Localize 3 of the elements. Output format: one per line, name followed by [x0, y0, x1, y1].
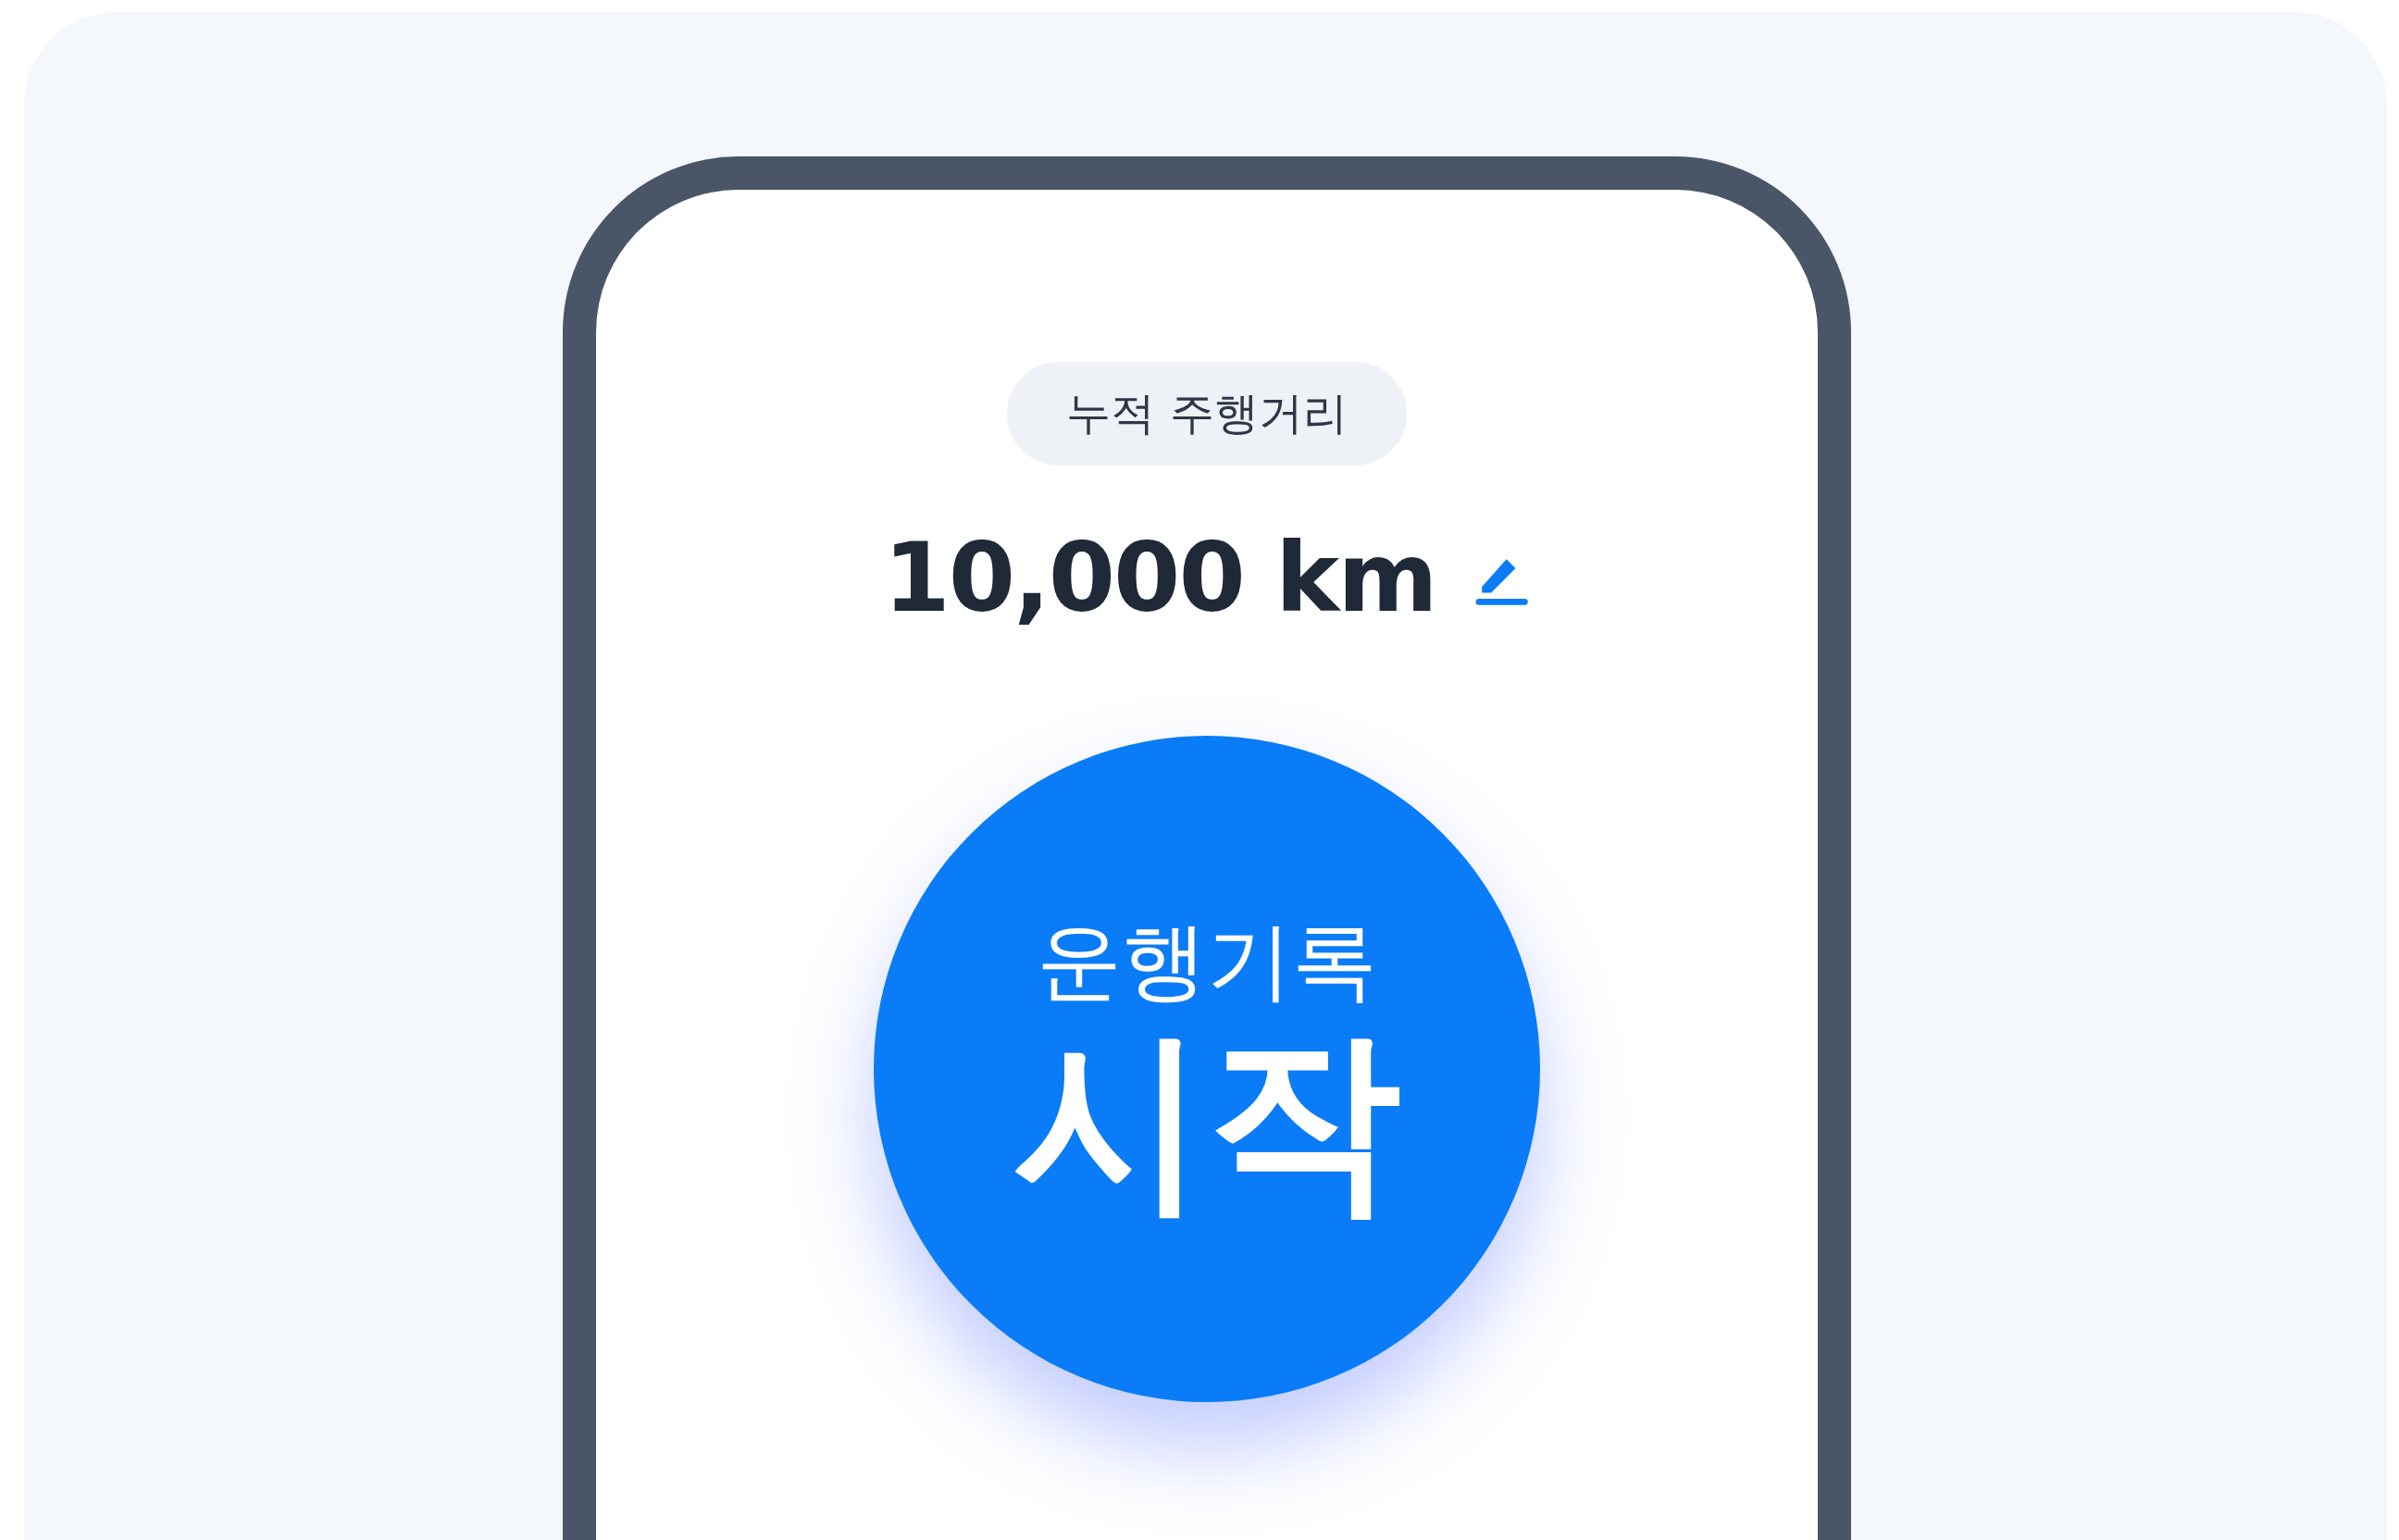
distance-value: 10,000 km	[883, 521, 1436, 634]
start-button[interactable]: 운행기록 시작	[874, 736, 1540, 1402]
distance-label: 누적 주행거리	[1007, 362, 1407, 466]
